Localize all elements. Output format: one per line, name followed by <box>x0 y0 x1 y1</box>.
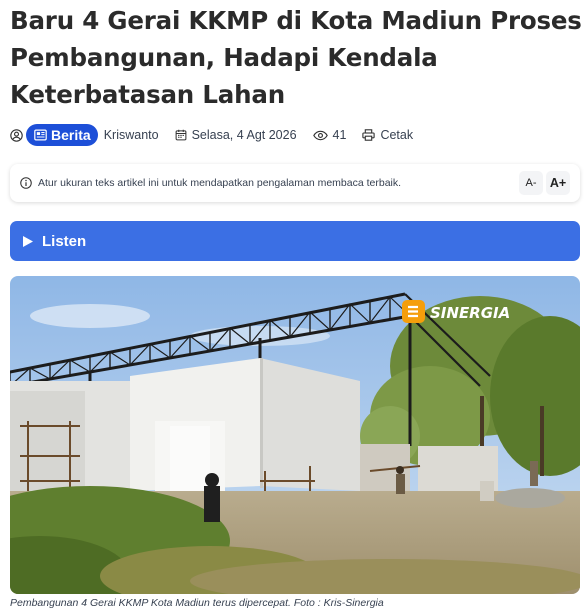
sinergia-watermark: SINERGIA <box>402 300 510 323</box>
text-size-notice: Atur ukuran teks artikel ini untuk menda… <box>10 164 580 202</box>
watermark-text: SINERGIA <box>430 304 510 322</box>
author-name[interactable]: Kriswanto <box>104 128 159 142</box>
newspaper-icon <box>34 129 47 141</box>
publish-date: Selasa, 4 Agt 2026 <box>175 128 297 142</box>
article-photo: SINERGIA <box>10 276 580 594</box>
date-label: Selasa, 4 Agt 2026 <box>191 128 297 142</box>
article-meta: Berita Kriswanto Selasa, 4 Agt 2026 41 C… <box>10 124 429 146</box>
user-icon <box>10 128 23 142</box>
eye-icon <box>312 130 328 141</box>
printer-icon <box>362 129 376 141</box>
decrease-font-button[interactable]: A- <box>519 171 543 195</box>
view-count: 41 <box>312 128 347 142</box>
calendar-icon <box>175 129 187 141</box>
views-label: 41 <box>332 128 347 142</box>
listen-label: Listen <box>42 232 87 250</box>
print-button[interactable]: Cetak <box>362 128 413 142</box>
print-label: Cetak <box>380 128 414 142</box>
category-label: Berita <box>51 127 91 143</box>
photo-caption: Pembangunan 4 Gerai KKMP Kota Madiun ter… <box>10 597 384 609</box>
play-icon <box>22 235 34 248</box>
article-title: Baru 4 Gerai KKMP di Kota Madiun Proses … <box>10 6 582 109</box>
increase-font-button[interactable]: A+ <box>546 171 570 195</box>
author-label: Kriswanto <box>103 128 159 142</box>
notice-text: Atur ukuran teks artikel ini untuk menda… <box>38 177 402 189</box>
info-icon <box>20 177 32 189</box>
font-size-controls: A- A+ <box>519 171 570 195</box>
category-badge[interactable]: Berita <box>26 124 98 146</box>
listen-button[interactable]: Listen <box>10 221 580 261</box>
